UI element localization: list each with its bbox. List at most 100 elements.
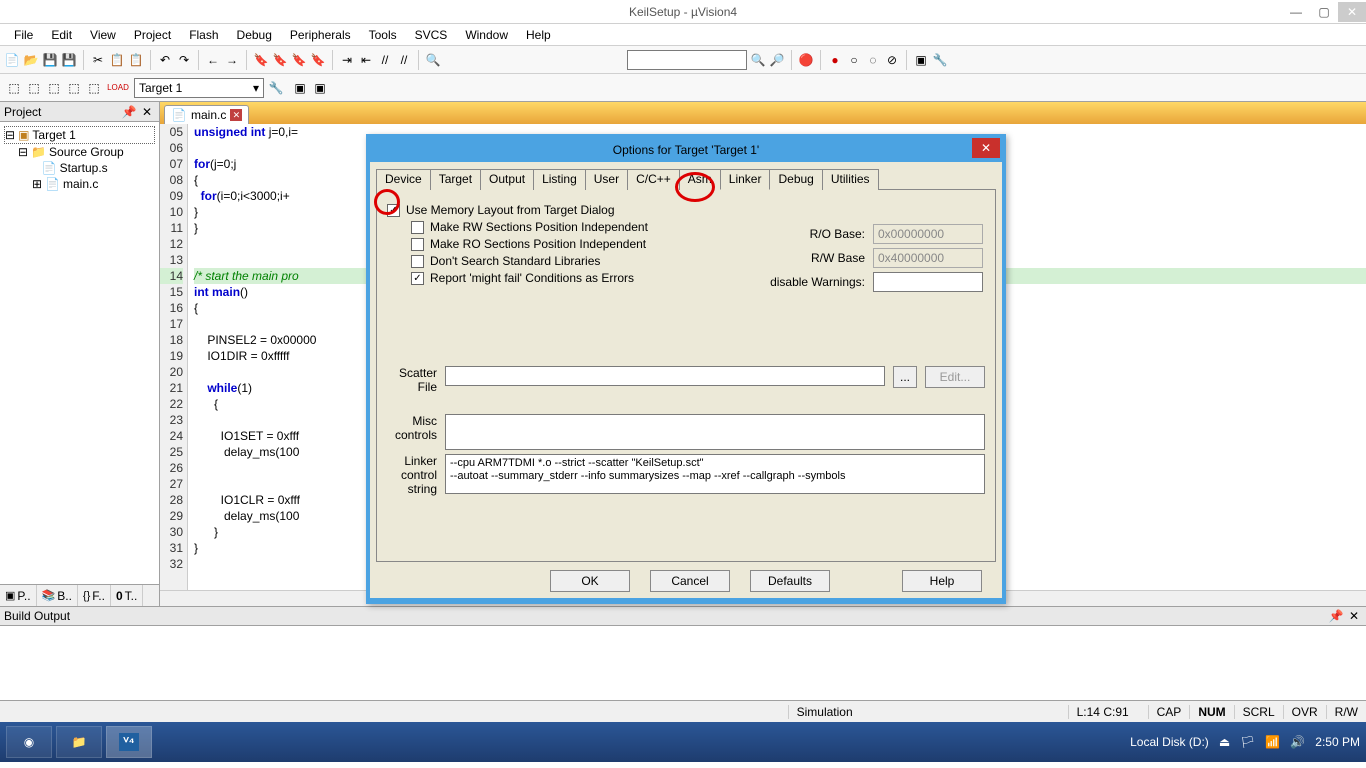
tree-target[interactable]: ⊟ ▣ Target 1: [4, 126, 155, 144]
panel-close-icon[interactable]: ✕: [139, 104, 155, 120]
chk-use-memory[interactable]: ✓ Use Memory Layout from Target Dialog: [387, 203, 745, 217]
dialog-title-bar[interactable]: Options for Target 'Target 1' ✕: [370, 138, 1002, 162]
menu-project[interactable]: Project: [126, 26, 179, 44]
tab-utilities[interactable]: Utilities: [822, 169, 879, 190]
defaults-button[interactable]: Defaults: [750, 570, 830, 592]
save-icon[interactable]: 💾: [42, 52, 58, 68]
find-files-icon[interactable]: 🔍: [750, 52, 766, 68]
tab-linker[interactable]: Linker: [720, 169, 771, 190]
config-icon[interactable]: 🔧: [932, 52, 948, 68]
copy-icon[interactable]: 📋: [109, 52, 125, 68]
breakpoint-disable-icon[interactable]: ◌: [865, 52, 881, 68]
tree-file-startup[interactable]: 📄 Startup.s: [4, 160, 155, 176]
chk-might-fail[interactable]: ✓ Report 'might fail' Conditions as Erro…: [411, 271, 745, 285]
bookmark-prev-icon[interactable]: 🔖: [272, 52, 288, 68]
target-dropdown[interactable]: Target 1 ▾: [134, 78, 264, 98]
nav-fwd-icon[interactable]: →: [224, 52, 240, 68]
cut-icon[interactable]: ✂: [90, 52, 106, 68]
chk-rw-sections[interactable]: Make RW Sections Position Independent: [411, 220, 745, 234]
tray-time[interactable]: 2:50 PM: [1315, 735, 1360, 749]
tab-user[interactable]: User: [585, 169, 628, 190]
save-all-icon[interactable]: 💾: [61, 52, 77, 68]
ok-button[interactable]: OK: [550, 570, 630, 592]
menu-tools[interactable]: Tools: [361, 26, 405, 44]
close-button[interactable]: ✕: [1338, 2, 1366, 22]
help-button[interactable]: Help: [902, 570, 982, 592]
proj-tab-func[interactable]: {}F..: [78, 585, 111, 606]
incremental-find-icon[interactable]: 🔎: [769, 52, 785, 68]
checkbox-icon[interactable]: [411, 221, 424, 234]
paste-icon[interactable]: 📋: [128, 52, 144, 68]
debug-icon[interactable]: 🔴: [798, 52, 814, 68]
multi-icon[interactable]: ▣: [312, 80, 328, 96]
nav-back-icon[interactable]: ←: [205, 52, 221, 68]
tab-asm[interactable]: Asm: [679, 169, 721, 190]
tray-eject-icon[interactable]: ⏏: [1219, 735, 1230, 749]
breakpoint-insert-icon[interactable]: ●: [827, 52, 843, 68]
window-icon[interactable]: ▣: [913, 52, 929, 68]
taskbar-chrome[interactable]: ◉: [6, 726, 52, 758]
find-icon[interactable]: 🔍: [425, 52, 441, 68]
proj-tab-project[interactable]: ▣P..: [0, 585, 37, 606]
proj-tab-templ[interactable]: 0T..: [111, 585, 143, 606]
menu-help[interactable]: Help: [518, 26, 559, 44]
breakpoint-kill-icon[interactable]: ⊘: [884, 52, 900, 68]
bookmark-icon[interactable]: 🔖: [253, 52, 269, 68]
uncomment-icon[interactable]: //: [396, 52, 412, 68]
editor-tab-main[interactable]: 📄 main.c ✕: [164, 105, 249, 124]
misc-controls-field[interactable]: [445, 414, 985, 450]
taskbar-uvision[interactable]: ⱽ⁴: [106, 726, 152, 758]
tab-close-icon[interactable]: ✕: [230, 109, 242, 121]
menu-edit[interactable]: Edit: [43, 26, 80, 44]
chk-libs[interactable]: Don't Search Standard Libraries: [411, 254, 745, 268]
comment-icon[interactable]: //: [377, 52, 393, 68]
project-tree[interactable]: ⊟ ▣ Target 1 ⊟ 📁 Source Group 📄 Startup.…: [0, 122, 159, 584]
tree-group[interactable]: ⊟ 📁 Source Group: [4, 144, 155, 160]
rebuild-icon[interactable]: ⬚: [46, 80, 62, 96]
tab-listing[interactable]: Listing: [533, 169, 586, 190]
tree-file-main[interactable]: ⊞ 📄 main.c: [4, 176, 155, 192]
options-icon[interactable]: 🔧: [268, 80, 284, 96]
tab-target[interactable]: Target: [430, 169, 481, 190]
menu-window[interactable]: Window: [457, 26, 516, 44]
dialog-close-button[interactable]: ✕: [972, 138, 1000, 158]
checkbox-icon[interactable]: [411, 255, 424, 268]
chk-ro-sections[interactable]: Make RO Sections Position Independent: [411, 237, 745, 251]
bookmark-next-icon[interactable]: 🔖: [291, 52, 307, 68]
checkbox-icon[interactable]: ✓: [387, 204, 400, 217]
undo-icon[interactable]: ↶: [157, 52, 173, 68]
menu-debug[interactable]: Debug: [229, 26, 280, 44]
cancel-button[interactable]: Cancel: [650, 570, 730, 592]
menu-flash[interactable]: Flash: [181, 26, 226, 44]
menu-svcs[interactable]: SVCS: [407, 26, 456, 44]
checkbox-icon[interactable]: [411, 238, 424, 251]
breakpoint-enable-icon[interactable]: ○: [846, 52, 862, 68]
minimize-button[interactable]: —: [1282, 2, 1310, 22]
new-icon[interactable]: 📄: [4, 52, 20, 68]
redo-icon[interactable]: ↷: [176, 52, 192, 68]
tab-device[interactable]: Device: [376, 169, 431, 190]
pin-icon[interactable]: 📌: [121, 104, 137, 120]
outdent-icon[interactable]: ⇤: [358, 52, 374, 68]
linker-control-string[interactable]: --cpu ARM7TDMI *.o --strict --scatter "K…: [445, 454, 985, 494]
tray-network-icon[interactable]: 📶: [1265, 735, 1280, 749]
proj-tab-books[interactable]: 📚B..: [37, 585, 78, 606]
find-combo[interactable]: [627, 50, 747, 70]
tray-flag-icon[interactable]: 🏳: [1240, 735, 1255, 749]
build-icon[interactable]: ⬚: [26, 80, 42, 96]
panel-close-icon[interactable]: ✕: [1346, 608, 1362, 624]
tab-cpp[interactable]: C/C++: [627, 169, 680, 190]
menu-view[interactable]: View: [82, 26, 124, 44]
indent-icon[interactable]: ⇥: [339, 52, 355, 68]
scatter-file-field[interactable]: [445, 366, 885, 386]
translate-icon[interactable]: ⬚: [6, 80, 22, 96]
download-icon[interactable]: LOAD: [110, 80, 126, 96]
pin-icon[interactable]: 📌: [1328, 608, 1344, 624]
manage-icon[interactable]: ▣: [292, 80, 308, 96]
checkbox-icon[interactable]: ✓: [411, 272, 424, 285]
maximize-button[interactable]: ▢: [1310, 2, 1338, 22]
tray-disk[interactable]: Local Disk (D:): [1130, 735, 1209, 749]
disable-warnings-field[interactable]: [873, 272, 983, 292]
scatter-browse-button[interactable]: ...: [893, 366, 917, 388]
build-output[interactable]: [0, 626, 1366, 700]
